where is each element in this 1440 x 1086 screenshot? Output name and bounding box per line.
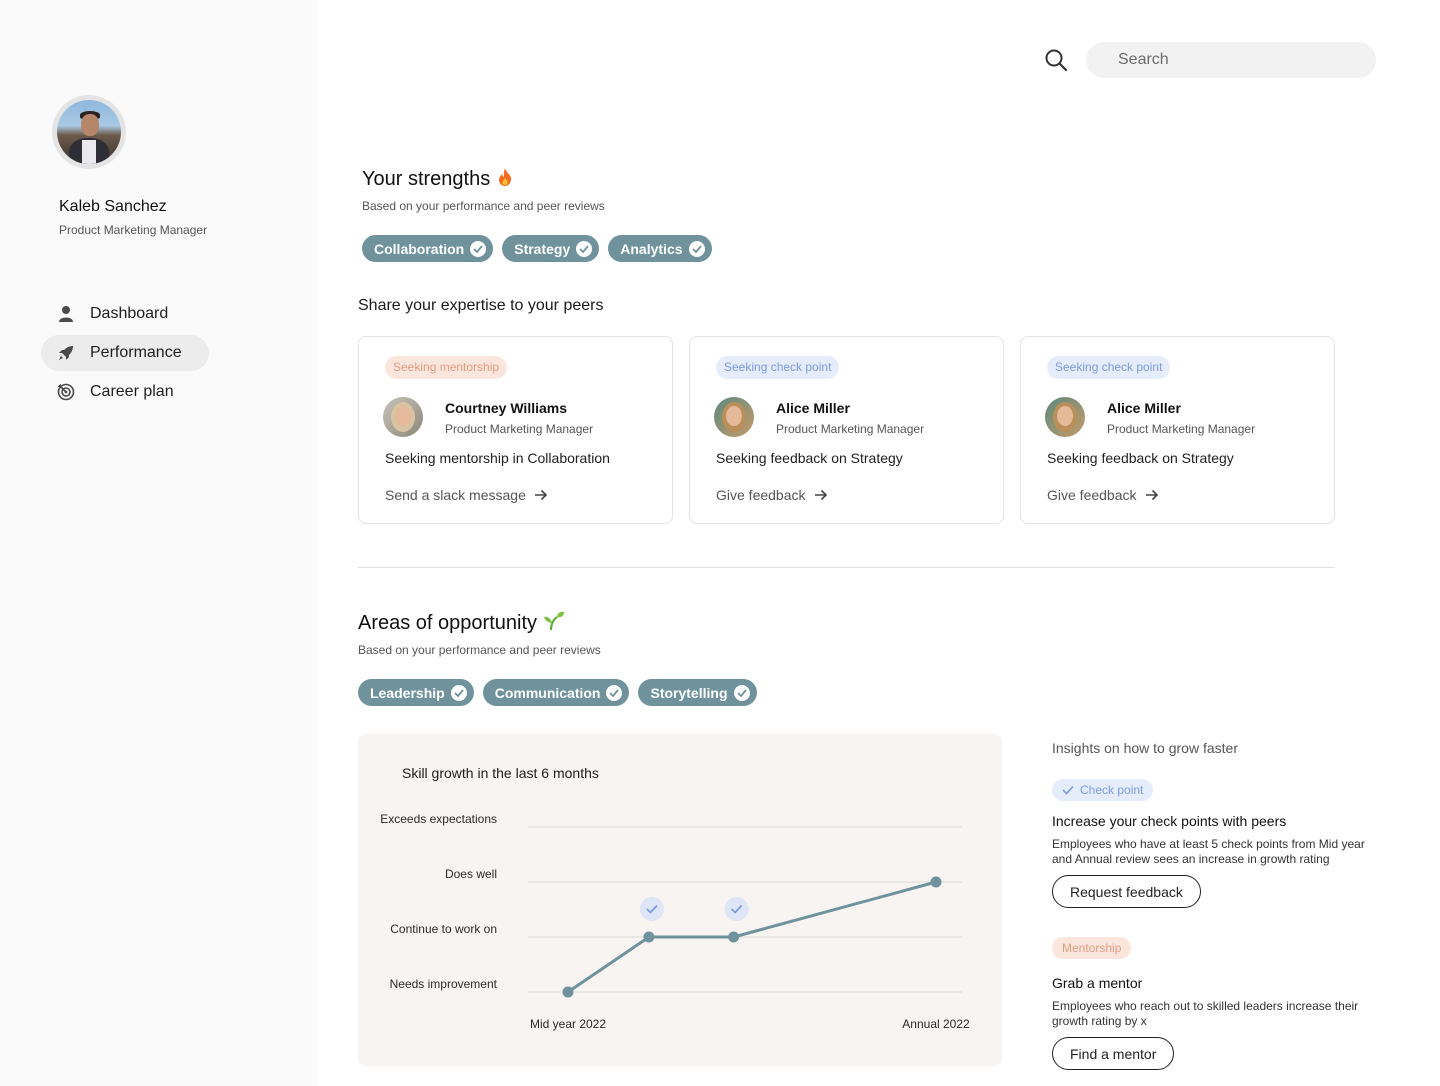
data-point <box>930 876 942 888</box>
chip-analytics[interactable]: Analytics <box>608 235 712 262</box>
peer-role: Product Marketing Manager <box>1107 422 1256 436</box>
status-badge: Seeking mentorship <box>385 356 508 379</box>
data-point <box>728 931 740 943</box>
peer-request: Seeking feedback on Strategy <box>1047 450 1234 466</box>
target-icon <box>57 383 75 401</box>
opportunity-chips: Leadership Communication Storytelling <box>358 679 757 706</box>
find-mentor-button[interactable]: Find a mentor <box>1052 1037 1175 1070</box>
x-tick-label: Annual 2022 <box>902 1017 970 1031</box>
arrow-right-icon <box>534 489 547 501</box>
action-label: Give feedback <box>1047 487 1137 503</box>
chip-label: Communication <box>494 684 601 701</box>
check-icon <box>576 240 593 257</box>
insight-title: Grab a mentor <box>1052 975 1143 991</box>
chip-label: Strategy <box>514 240 571 257</box>
sidebar-nav: Dashboard Performance Career plan <box>41 296 271 413</box>
section-divider <box>358 567 1335 568</box>
y-tick-label: Continue to work on <box>390 922 497 936</box>
chip-label: Leadership <box>370 684 445 701</box>
user-role: Product Marketing Manager <box>59 223 208 237</box>
check-icon <box>606 684 623 701</box>
search-input[interactable] <box>1086 42 1376 78</box>
sidebar-item-label: Dashboard <box>90 305 169 322</box>
sidebar-item-label: Performance <box>90 344 182 361</box>
seedling-icon <box>543 611 565 637</box>
insight-body: Employees who have at least 5 check poin… <box>1052 837 1365 866</box>
x-tick-label: Mid year 2022 <box>530 1017 606 1031</box>
send-slack-message-link[interactable]: Send a slack message <box>385 487 548 503</box>
peer-role: Product Marketing Manager <box>445 422 594 436</box>
request-feedback-button[interactable]: Request feedback <box>1052 875 1201 908</box>
peer-card: Seeking mentorship Courtney Williams Pro… <box>358 336 673 524</box>
chip-label: Analytics <box>620 240 683 257</box>
arrow-right-icon <box>1145 489 1158 501</box>
peer-card: Seeking check point Alice Miller Product… <box>689 336 1004 524</box>
search-icon[interactable] <box>1044 48 1068 72</box>
insight-title: Increase your check points with peers <box>1052 813 1287 829</box>
opportunity-section: Areas of opportunity Based on your perfo… <box>358 611 601 657</box>
chip-strategy[interactable]: Strategy <box>502 235 600 262</box>
peer-cards: Seeking mentorship Courtney Williams Pro… <box>358 336 1335 524</box>
check-point-marker <box>639 897 664 921</box>
avatar <box>714 397 754 437</box>
peer-name: Courtney Williams <box>445 400 568 416</box>
chip-leadership[interactable]: Leadership <box>358 679 474 706</box>
y-tick-label: Needs improvement <box>390 977 498 991</box>
give-feedback-link[interactable]: Give feedback <box>1047 487 1159 503</box>
check-icon <box>688 240 705 257</box>
sidebar-item-dashboard[interactable]: Dashboard <box>41 296 209 332</box>
peer-request: Seeking feedback on Strategy <box>716 450 903 466</box>
strengths-chips: Collaboration Strategy Analytics <box>362 235 712 262</box>
rocket-icon <box>57 344 75 362</box>
sidebar-item-label: Career plan <box>90 383 174 400</box>
sidebar: Kaleb Sanchez Product Marketing Manager … <box>0 0 317 1086</box>
skill-growth-chart: Skill growth in the last 6 months Needs … <box>358 734 1002 1066</box>
user-name: Kaleb Sanchez <box>59 198 167 215</box>
check-icon <box>733 684 750 701</box>
chip-label: Collaboration <box>374 240 465 257</box>
chip-communication[interactable]: Communication <box>482 679 630 706</box>
chip-collaboration[interactable]: Collaboration <box>362 235 494 262</box>
status-badge: Seeking check point <box>716 356 840 379</box>
peer-card: Seeking check point Alice Miller Product… <box>1020 336 1335 524</box>
user-icon <box>57 305 75 323</box>
chip-label: Storytelling <box>650 684 728 701</box>
status-badge: Mentorship <box>1052 937 1132 959</box>
opportunity-title: Areas of opportunity <box>358 612 537 634</box>
check-icon <box>470 240 487 257</box>
y-tick-label: Exceeds expectations <box>380 812 497 826</box>
peer-request: Seeking mentorship in Collaboration <box>385 450 610 466</box>
opportunity-subtitle: Based on your performance and peer revie… <box>358 643 601 657</box>
insight-body: Employees who reach out to skilled leade… <box>1052 999 1359 1028</box>
strengths-section: Your strengths Based on your performance… <box>362 167 605 213</box>
chart-canvas: Needs improvement Continue to work on Does… <box>380 812 970 1031</box>
status-badge: Seeking check point <box>1047 356 1171 379</box>
data-point <box>562 986 574 998</box>
fire-icon <box>496 167 514 193</box>
sidebar-item-performance[interactable]: Performance <box>41 335 209 371</box>
peer-name: Alice Miller <box>1107 400 1181 416</box>
tag-label: Check point <box>1080 783 1144 797</box>
chip-storytelling[interactable]: Storytelling <box>638 679 757 706</box>
data-point <box>643 931 655 943</box>
share-title: Share your expertise to your peers <box>358 297 604 314</box>
user-avatar[interactable] <box>52 95 126 169</box>
strengths-title: Your strengths <box>362 168 491 190</box>
avatar <box>1045 397 1085 437</box>
action-label: Give feedback <box>716 487 806 503</box>
y-tick-label: Does well <box>445 867 497 881</box>
arrow-right-icon <box>814 489 827 501</box>
strengths-subtitle: Based on your performance and peer revie… <box>362 199 605 213</box>
status-badge: Check point <box>1052 779 1154 801</box>
action-label: Send a slack message <box>385 487 526 503</box>
check-icon <box>1062 785 1074 795</box>
check-icon <box>450 684 467 701</box>
insights-title: Insights on how to grow faster <box>1052 740 1238 756</box>
give-feedback-link[interactable]: Give feedback <box>716 487 828 503</box>
avatar <box>383 397 423 437</box>
sidebar-item-career-plan[interactable]: Career plan <box>41 374 209 410</box>
check-point-marker <box>724 897 749 921</box>
peer-role: Product Marketing Manager <box>776 422 925 436</box>
peer-name: Alice Miller <box>776 400 850 416</box>
